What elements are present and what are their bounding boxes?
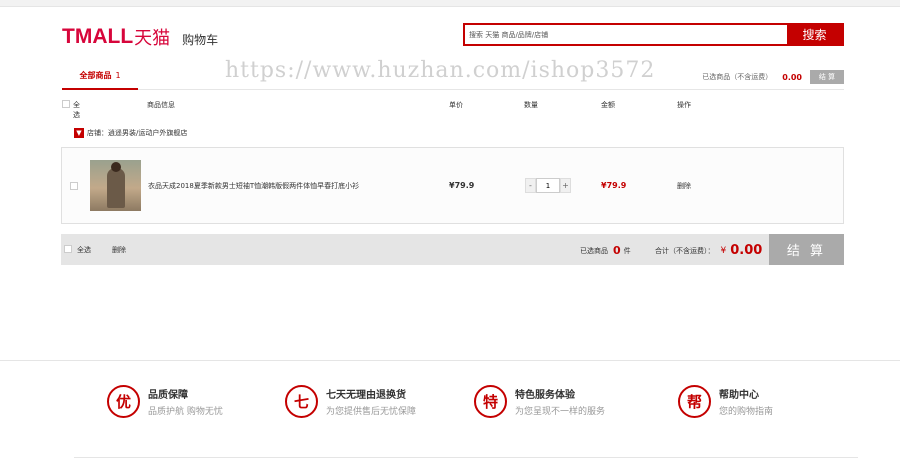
tab-all-items[interactable]: 全部商品 1 bbox=[62, 62, 138, 90]
search-bar: 搜索 bbox=[463, 23, 844, 46]
guarantee-title: 品质保障 bbox=[148, 390, 188, 401]
footer-divider bbox=[74, 457, 858, 458]
header-amount: 金额 bbox=[601, 101, 615, 109]
footer-currency: ¥ bbox=[720, 245, 727, 256]
selected-summary-label: 已选商品（不含运费） bbox=[702, 73, 773, 81]
footer-selected-suffix: 件 bbox=[623, 246, 631, 255]
service-guarantees: 优 品质保障 品质护航 购物无忧 七 七天无理由退换货 为您提供售后无忧保障 特… bbox=[74, 385, 858, 445]
footer-select-all-label[interactable]: 全选 bbox=[77, 245, 91, 255]
quantity-stepper: - + bbox=[525, 178, 571, 193]
top-settle-button[interactable]: 结 算 bbox=[810, 70, 844, 84]
table-header: 全选 商品信息 单价 数量 金额 操作 bbox=[62, 100, 844, 119]
guarantee-seven-day-return[interactable]: 七 七天无理由退换货 为您提供售后无忧保障 bbox=[285, 385, 416, 418]
guarantee-title: 帮助中心 bbox=[719, 390, 759, 401]
thumbnail-head bbox=[111, 162, 121, 172]
cart-item: 衣品天成2018夏季新款男士短袖T恤潮韩版假两件体恤早春打底小衫 ¥79.9 -… bbox=[61, 147, 844, 224]
cart-tabs: 全部商品 1 已选商品（不含运费） 0.00 结 算 bbox=[62, 62, 844, 90]
item-checkbox[interactable] bbox=[70, 182, 78, 190]
item-title[interactable]: 衣品天成2018夏季新款男士短袖T恤潮韩版假两件体恤早春打底小衫 bbox=[148, 181, 359, 191]
selected-summary: 已选商品（不含运费） 0.00 结 算 bbox=[702, 70, 844, 84]
section-divider bbox=[0, 360, 900, 361]
footer-total-label: 合计（不含运费）： bbox=[655, 246, 715, 255]
header-unit-price: 单价 bbox=[449, 101, 463, 109]
item-delete-link[interactable]: 删除 bbox=[677, 181, 691, 191]
select-all-checkbox[interactable] bbox=[62, 100, 70, 108]
header-info: 商品信息 bbox=[147, 101, 175, 109]
quantity-input[interactable] bbox=[536, 178, 560, 193]
footer-total-value: 0.00 bbox=[730, 243, 763, 258]
search-button[interactable]: 搜索 bbox=[787, 25, 842, 44]
item-total-price: ¥79.9 bbox=[601, 181, 627, 190]
thumbnail-figure bbox=[107, 168, 125, 208]
selected-summary-price: 0.00 bbox=[782, 72, 802, 82]
tab-all-count: 1 bbox=[115, 70, 121, 80]
quality-icon: 优 bbox=[107, 385, 140, 418]
footer-delete-link[interactable]: 删除 bbox=[112, 245, 126, 255]
page-title: 购物车 bbox=[182, 32, 219, 47]
shop-label[interactable]: 店铺：逍遥男装/运动户外旗舰店 bbox=[87, 128, 187, 138]
header-select-all[interactable]: 全选 bbox=[62, 100, 80, 119]
footer-select-all-checkbox[interactable] bbox=[64, 245, 72, 253]
special-icon: 特 bbox=[474, 385, 507, 418]
guarantee-subtitle: 品质护航 购物无忧 bbox=[148, 407, 223, 417]
shop-icon: ▼ bbox=[74, 128, 84, 138]
header-action: 操作 bbox=[677, 101, 691, 109]
logo-brand-cn: 天猫 bbox=[134, 28, 171, 49]
tab-all-label: 全部商品 bbox=[79, 70, 112, 80]
tmall-logo[interactable]: TMALL 天猫 购物车 bbox=[62, 24, 218, 50]
footer-total: 合计（不含运费）： ¥ 0.00 bbox=[655, 243, 762, 258]
guarantee-title: 七天无理由退换货 bbox=[326, 390, 406, 401]
footer-selected-number: 0 bbox=[613, 244, 621, 257]
help-icon: 帮 bbox=[678, 385, 711, 418]
guarantee-subtitle: 为您提供售后无忧保障 bbox=[326, 407, 417, 417]
cart-footer-bar: 全选 删除 已选商品 0 件 合计（不含运费）： ¥ 0.00 结 算 bbox=[61, 234, 844, 265]
quantity-plus-button[interactable]: + bbox=[560, 178, 571, 193]
guarantee-title: 特色服务体验 bbox=[515, 390, 575, 401]
item-thumbnail[interactable] bbox=[90, 160, 141, 211]
settle-button[interactable]: 结 算 bbox=[769, 234, 844, 265]
guarantee-help-center[interactable]: 帮 帮助中心 您的购物指南 bbox=[678, 385, 773, 418]
header-select-all-label: 全选 bbox=[73, 101, 80, 119]
footer-selected-count: 已选商品 0 件 bbox=[580, 244, 631, 257]
logo-brand-text: TMALL bbox=[62, 25, 134, 48]
shop-row[interactable]: ▼ 店铺：逍遥男装/运动户外旗舰店 bbox=[74, 128, 187, 138]
search-input[interactable] bbox=[465, 25, 787, 44]
guarantee-special-service[interactable]: 特 特色服务体验 为您呈现不一样的服务 bbox=[474, 385, 605, 418]
guarantee-subtitle: 您的购物指南 bbox=[719, 407, 774, 417]
top-bar bbox=[0, 0, 900, 7]
guarantee-quality[interactable]: 优 品质保障 品质护航 购物无忧 bbox=[107, 385, 223, 418]
footer-selected-prefix: 已选商品 bbox=[580, 246, 608, 255]
guarantee-subtitle: 为您呈现不一样的服务 bbox=[515, 407, 606, 417]
item-unit-price: ¥79.9 bbox=[449, 181, 475, 190]
header-quantity: 数量 bbox=[524, 101, 538, 109]
seven-day-icon: 七 bbox=[285, 385, 318, 418]
quantity-minus-button[interactable]: - bbox=[525, 178, 536, 193]
